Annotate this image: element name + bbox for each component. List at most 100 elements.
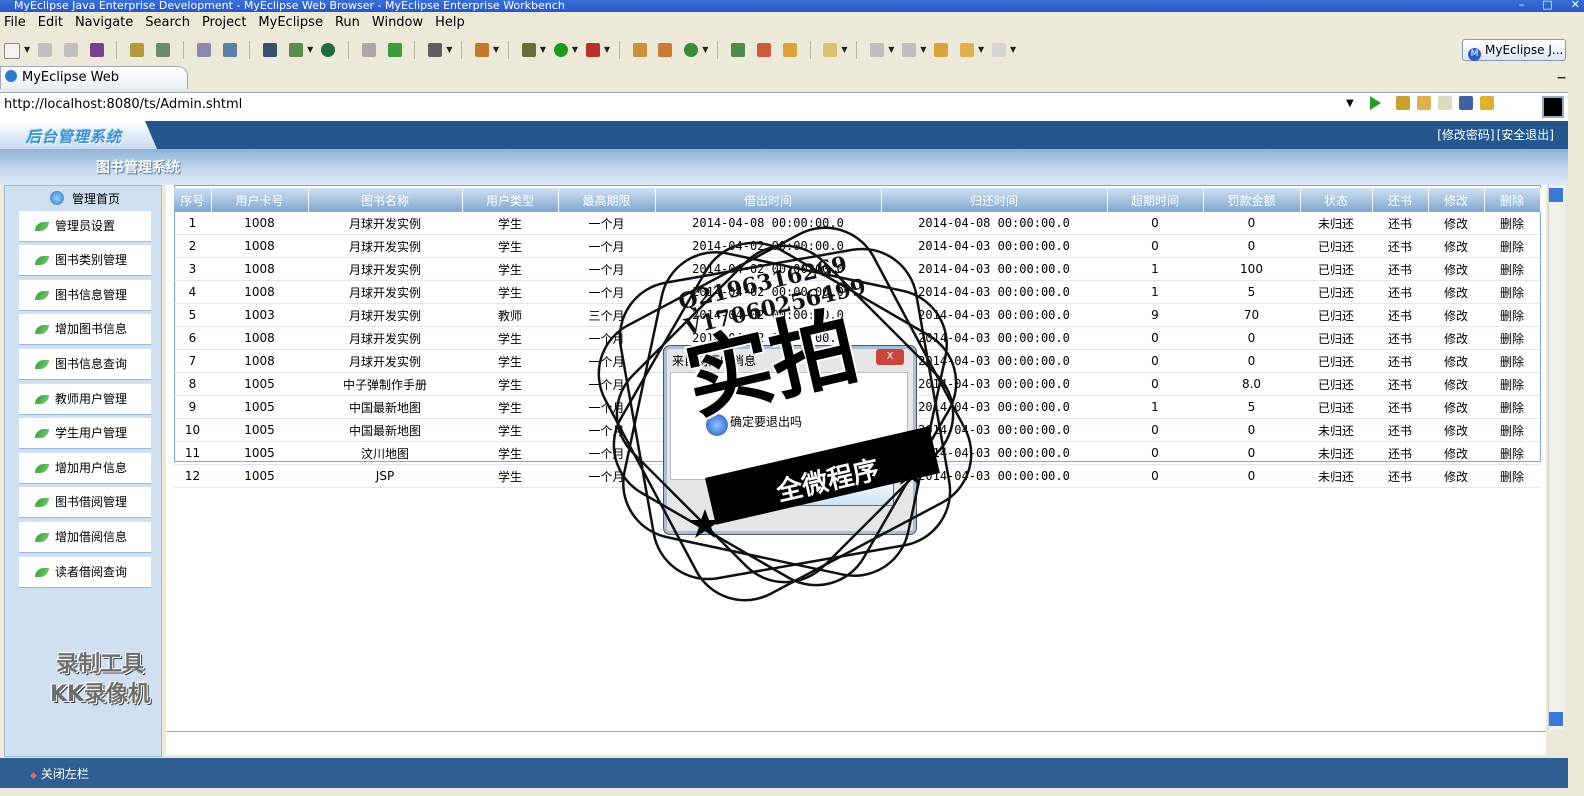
menu-project[interactable]: Project: [198, 12, 254, 30]
color-swatch[interactable]: [1542, 96, 1564, 118]
wizard-icon[interactable]: [130, 43, 145, 57]
return-book-link[interactable]: 还书: [1372, 372, 1428, 396]
chevron-down-icon[interactable]: ▼: [24, 45, 30, 54]
pen-icon[interactable]: [756, 43, 771, 57]
menu-help[interactable]: Help: [431, 12, 473, 30]
return-book-link[interactable]: 还书: [1372, 441, 1428, 465]
return-book-link[interactable]: 还书: [1372, 280, 1428, 304]
camera-icon[interactable]: [428, 43, 443, 57]
edit-link[interactable]: 修改: [1428, 234, 1484, 258]
edit-link[interactable]: 修改: [1428, 418, 1484, 442]
sidebar-item-student-users[interactable]: 学生用户管理: [19, 418, 151, 449]
logout-link[interactable]: [安全退出]: [1497, 128, 1554, 142]
editor-tab-web-browser[interactable]: MyEclipse Web Browser✕: [0, 66, 188, 107]
server-icon[interactable]: [156, 43, 171, 57]
go-icon[interactable]: [1370, 96, 1381, 110]
sidebar-item-reader-query[interactable]: 读者借阅查询: [19, 557, 151, 588]
delete-link[interactable]: 删除: [1484, 464, 1540, 488]
return-book-link[interactable]: 还书: [1372, 212, 1428, 235]
save-icon[interactable]: [37, 43, 52, 57]
menu-edit[interactable]: Edit: [34, 12, 71, 30]
previous-annotation-icon[interactable]: [902, 43, 917, 57]
sidebar-item-admin-settings[interactable]: 管理员设置: [19, 211, 151, 242]
run-icon[interactable]: [553, 43, 568, 57]
return-book-link[interactable]: 还书: [1372, 349, 1428, 373]
return-book-link[interactable]: 还书: [1372, 257, 1428, 281]
new-class-icon[interactable]: [658, 43, 673, 57]
sidebar-item-add-borrow[interactable]: 增加借阅信息: [19, 522, 151, 553]
menu-search[interactable]: Search: [141, 12, 198, 30]
edit-link[interactable]: 修改: [1428, 372, 1484, 396]
edit-link[interactable]: 修改: [1428, 464, 1484, 488]
delete-link[interactable]: 删除: [1484, 349, 1540, 373]
undeploy-icon[interactable]: [222, 43, 237, 57]
back-arrow-icon[interactable]: [960, 43, 975, 57]
dialog-close-button[interactable]: X: [876, 349, 904, 365]
menu-navigate[interactable]: Navigate: [71, 12, 141, 30]
close-icon[interactable]: ✕: [1571, 0, 1580, 11]
scroll-up-icon[interactable]: [1549, 188, 1563, 202]
chevron-down-icon[interactable]: ▼: [572, 45, 578, 54]
edit-link[interactable]: 修改: [1428, 257, 1484, 281]
return-book-link[interactable]: 还书: [1372, 303, 1428, 327]
package-icon[interactable]: [475, 43, 490, 57]
open-type-icon[interactable]: [361, 43, 376, 57]
folder-icon[interactable]: [823, 43, 838, 57]
chevron-down-icon[interactable]: ▼: [540, 45, 546, 54]
chevron-down-icon[interactable]: ▼: [978, 45, 984, 54]
deploy-icon[interactable]: [196, 43, 211, 57]
edit-link[interactable]: 修改: [1428, 280, 1484, 304]
sidebar-item-teacher-users[interactable]: 教师用户管理: [19, 384, 151, 415]
chevron-down-icon[interactable]: ▼: [307, 45, 313, 54]
menu-run[interactable]: Run: [331, 12, 368, 30]
edit-link[interactable]: 修改: [1428, 441, 1484, 465]
maximize-icon[interactable]: □: [1542, 0, 1552, 11]
delete-link[interactable]: 删除: [1484, 372, 1540, 396]
return-book-link[interactable]: 还书: [1372, 464, 1428, 488]
sidebar-item-book-query[interactable]: 图书信息查询: [19, 349, 151, 380]
chevron-down-icon[interactable]: ▼: [604, 45, 610, 54]
chevron-down-icon[interactable]: ▼: [702, 45, 708, 54]
delete-link[interactable]: 删除: [1484, 280, 1540, 304]
delete-link[interactable]: 删除: [1484, 257, 1540, 281]
refresh-icon[interactable]: [387, 43, 402, 57]
new-interface-icon[interactable]: [684, 43, 699, 57]
delete-link[interactable]: 删除: [1484, 441, 1540, 465]
chevron-down-icon[interactable]: ▼: [1010, 45, 1016, 54]
change-password-link[interactable]: [修改密码]: [1437, 128, 1494, 142]
chevron-down-icon[interactable]: ▼: [446, 45, 452, 54]
sidebar-item-book-info[interactable]: 图书信息管理: [19, 280, 151, 311]
edit-link[interactable]: 修改: [1428, 395, 1484, 419]
external-tools-icon[interactable]: [585, 43, 600, 57]
save-all-icon[interactable]: [63, 43, 78, 57]
sidebar-home[interactable]: 管理首页: [50, 190, 120, 207]
outer-scrollbar[interactable]: [1568, 66, 1584, 796]
open-task-icon[interactable]: [731, 43, 746, 57]
back-icon[interactable]: [1417, 96, 1431, 110]
return-book-link[interactable]: 还书: [1372, 395, 1428, 419]
favorites-icon[interactable]: [1396, 96, 1410, 110]
last-edit-icon[interactable]: [934, 43, 949, 57]
menu-window[interactable]: Window: [368, 12, 431, 30]
delete-link[interactable]: 删除: [1484, 326, 1540, 350]
sidebar-item-add-book[interactable]: 增加图书信息: [19, 314, 151, 345]
chevron-down-icon[interactable]: ▼: [493, 45, 499, 54]
perspective-switcher[interactable]: M MyEclipse J...: [1462, 39, 1566, 61]
forward-arrow-icon[interactable]: [992, 43, 1006, 57]
delete-link[interactable]: 删除: [1484, 234, 1540, 258]
edit-link[interactable]: 修改: [1428, 303, 1484, 327]
chevron-down-icon[interactable]: ▼: [841, 45, 847, 54]
project-icon[interactable]: [263, 43, 278, 57]
refresh-page-icon[interactable]: [1480, 96, 1494, 110]
chevron-down-icon[interactable]: ▼: [888, 45, 894, 54]
stop-icon[interactable]: [1459, 96, 1473, 110]
chevron-down-icon[interactable]: ▼: [920, 45, 926, 54]
sidebar-item-book-category[interactable]: 图书类别管理: [19, 245, 151, 276]
delete-link[interactable]: 删除: [1484, 212, 1540, 235]
sidebar-item-borrow-manage[interactable]: 图书借阅管理: [19, 487, 151, 518]
sidebar-item-add-user[interactable]: 增加用户信息: [19, 453, 151, 484]
next-annotation-icon[interactable]: [870, 43, 885, 57]
delete-link[interactable]: 删除: [1484, 303, 1540, 327]
scroll-down-icon[interactable]: [1549, 712, 1563, 726]
menu-myeclipse[interactable]: MyEclipse: [254, 12, 331, 30]
